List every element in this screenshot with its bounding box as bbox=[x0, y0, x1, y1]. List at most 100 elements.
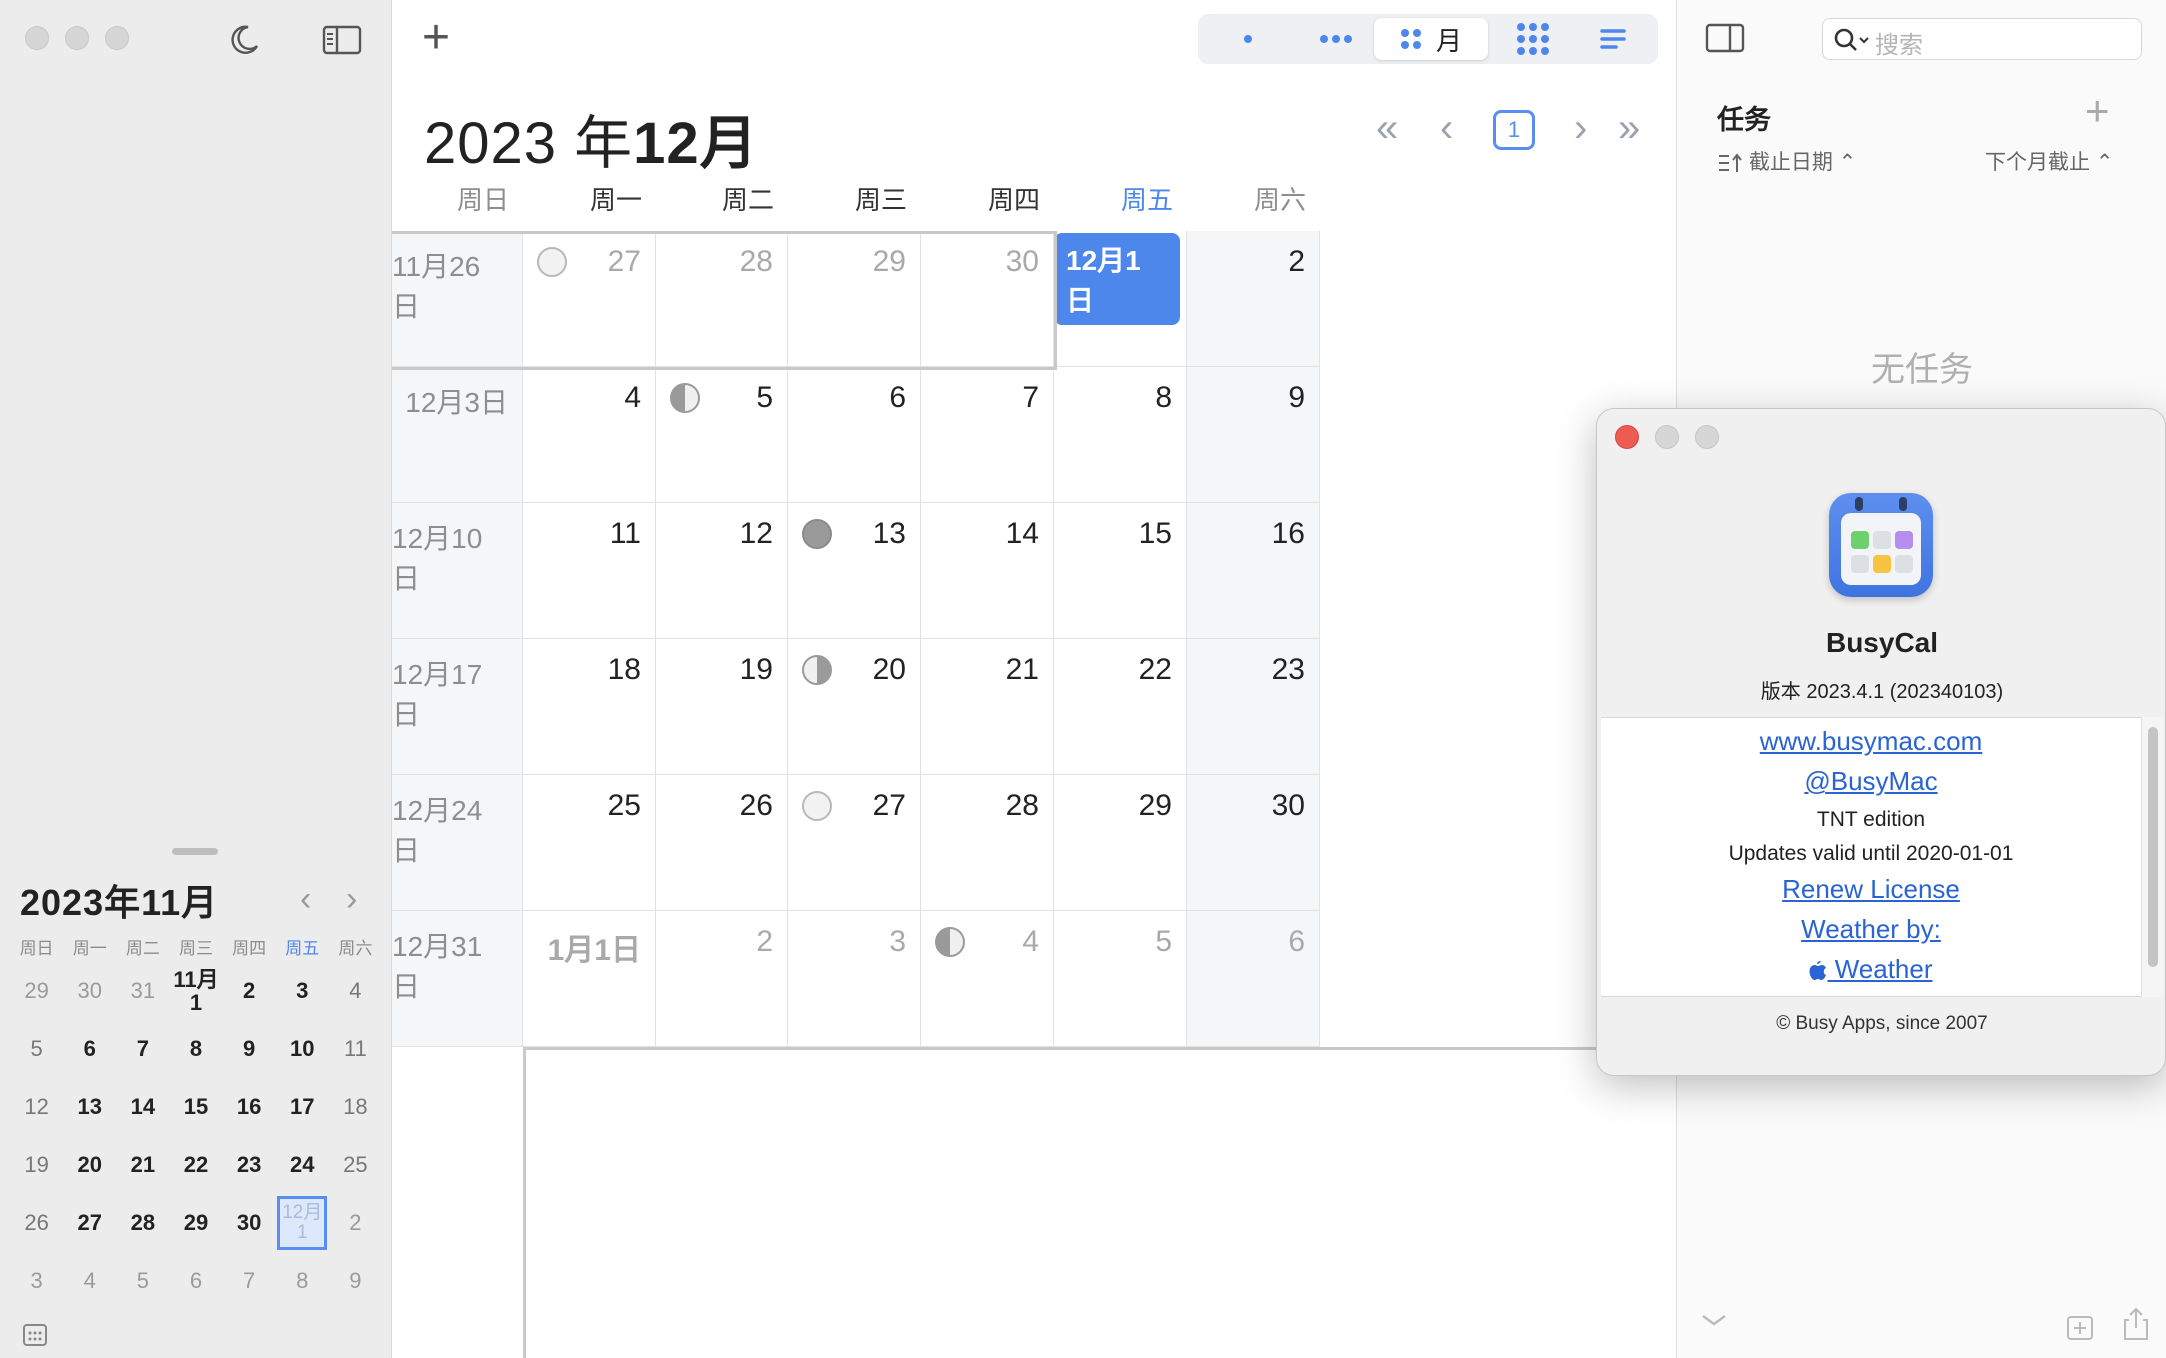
calendar-day-cell[interactable]: 30 bbox=[921, 231, 1054, 367]
calendar-day-cell[interactable]: 12月17日 bbox=[392, 639, 523, 775]
calendar-day-cell[interactable]: 25 bbox=[523, 775, 656, 911]
mini-calendar-day[interactable]: 11月 1 bbox=[169, 962, 222, 1020]
month-view-button[interactable]: 月 bbox=[1374, 18, 1488, 60]
add-task-button[interactable]: + bbox=[2085, 90, 2110, 132]
mini-calendar-day[interactable]: 23 bbox=[223, 1136, 276, 1194]
mini-calendar-day[interactable]: 17 bbox=[276, 1078, 329, 1136]
calendar-day-cell[interactable]: 12月31日 bbox=[392, 911, 523, 1047]
mini-calendar-day[interactable]: 4 bbox=[329, 962, 382, 1020]
calendar-day-cell[interactable]: 12月10日 bbox=[392, 503, 523, 639]
mini-calendar-day[interactable]: 2 bbox=[329, 1194, 382, 1252]
calendar-day-cell[interactable]: 28 bbox=[921, 775, 1054, 911]
mini-calendar-day[interactable]: 29 bbox=[10, 962, 63, 1020]
next-month-button[interactable]: › bbox=[1574, 104, 1587, 152]
mini-calendar-day[interactable]: 9 bbox=[223, 1020, 276, 1078]
add-event-button[interactable]: + bbox=[422, 14, 450, 62]
chevron-down-icon[interactable] bbox=[1699, 1310, 1729, 1330]
mini-calendar-day[interactable]: 20 bbox=[63, 1136, 116, 1194]
calendar-day-cell[interactable]: 20 bbox=[788, 639, 921, 775]
moon-icon[interactable] bbox=[226, 22, 262, 58]
calendar-day-cell[interactable]: 2 bbox=[656, 911, 788, 1047]
mini-calendar-day[interactable]: 5 bbox=[10, 1020, 63, 1078]
calendar-day-cell[interactable]: 15 bbox=[1054, 503, 1187, 639]
mini-calendar-day[interactable]: 6 bbox=[169, 1252, 222, 1310]
calendar-day-cell[interactable]: 7 bbox=[921, 367, 1054, 503]
mini-calendar-day[interactable]: 12月 1 bbox=[277, 1196, 328, 1250]
mini-calendar-day[interactable]: 21 bbox=[116, 1136, 169, 1194]
mini-calendar-day[interactable]: 3 bbox=[276, 962, 329, 1020]
calendar-day-cell[interactable]: 27 bbox=[523, 231, 656, 367]
weather-link[interactable]: Weather bbox=[1601, 954, 2141, 985]
calendar-day-cell[interactable]: 29 bbox=[788, 231, 921, 367]
calendar-day-cell[interactable]: 19 bbox=[656, 639, 788, 775]
weather-by-link[interactable]: Weather by: bbox=[1601, 914, 2141, 945]
calendar-day-cell[interactable]: 30 bbox=[1187, 775, 1320, 911]
calendar-day-cell[interactable]: 5 bbox=[656, 367, 788, 503]
calendar-day-cell[interactable]: 3 bbox=[788, 911, 921, 1047]
mini-calendar-day[interactable]: 15 bbox=[169, 1078, 222, 1136]
prev-month-button[interactable]: ‹ bbox=[1440, 104, 1453, 152]
calendar-day-cell[interactable]: 12月1日 bbox=[1054, 231, 1187, 367]
month-grid[interactable]: 11月26日 27 28 29 30 12月1日 2 12月3日 4 5 6 7 8 9 12月10日 11 1… bbox=[392, 231, 1676, 1358]
mini-calendar-day[interactable]: 28 bbox=[116, 1194, 169, 1252]
mini-calendar-day[interactable]: 30 bbox=[223, 1194, 276, 1252]
today-button[interactable]: 1 bbox=[1493, 110, 1535, 150]
calendar-day-cell[interactable]: 8 bbox=[1054, 367, 1187, 503]
search-input[interactable]: 搜索 bbox=[1875, 25, 1923, 60]
calendar-day-cell[interactable]: 16 bbox=[1187, 503, 1320, 639]
dialog-minimize-button[interactable] bbox=[1655, 425, 1679, 449]
mini-calendar-day[interactable]: 8 bbox=[169, 1020, 222, 1078]
mini-calendar-day[interactable]: 27 bbox=[63, 1194, 116, 1252]
next-year-button[interactable]: » bbox=[1618, 104, 1640, 152]
mini-calendar-day[interactable]: 10 bbox=[276, 1020, 329, 1078]
calendar-day-cell[interactable]: 14 bbox=[921, 503, 1054, 639]
calendar-day-cell[interactable]: 4 bbox=[523, 367, 656, 503]
calendar-day-cell[interactable]: 12月3日 bbox=[392, 367, 523, 503]
calendar-day-cell[interactable]: 9 bbox=[1187, 367, 1320, 503]
view-switcher[interactable]: 月 bbox=[1198, 14, 1658, 64]
mini-calendar-day[interactable]: 16 bbox=[223, 1078, 276, 1136]
calendar-day-cell[interactable]: 6 bbox=[1187, 911, 1320, 1047]
zoom-window-button[interactable] bbox=[105, 26, 129, 50]
mini-calendar-day[interactable]: 7 bbox=[223, 1252, 276, 1310]
search-field[interactable]: 搜索 bbox=[1822, 18, 2142, 60]
list-view-button[interactable] bbox=[1578, 18, 1648, 60]
mini-calendar-day[interactable]: 19 bbox=[10, 1136, 63, 1194]
panel-toggle-icon[interactable] bbox=[1705, 22, 1745, 54]
mini-calendar-day[interactable]: 31 bbox=[116, 962, 169, 1020]
calendar-day-cell[interactable]: 6 bbox=[788, 367, 921, 503]
mini-calendar-prev-button[interactable]: ‹ bbox=[300, 880, 311, 919]
mini-calendar-day[interactable]: 22 bbox=[169, 1136, 222, 1194]
mini-calendar-day[interactable]: 5 bbox=[116, 1252, 169, 1310]
mini-calendar-day[interactable]: 8 bbox=[276, 1252, 329, 1310]
calendar-day-cell[interactable]: 4 bbox=[921, 911, 1054, 1047]
calendar-icon[interactable] bbox=[22, 1322, 48, 1348]
mini-calendar-day[interactable]: 9 bbox=[329, 1252, 382, 1310]
mini-calendar-day[interactable]: 25 bbox=[329, 1136, 382, 1194]
resize-handle[interactable] bbox=[172, 848, 218, 855]
scrollbar-thumb[interactable] bbox=[2148, 727, 2158, 967]
dialog-zoom-button[interactable] bbox=[1695, 425, 1719, 449]
calendar-day-cell[interactable]: 11 bbox=[523, 503, 656, 639]
dialog-close-button[interactable] bbox=[1615, 425, 1639, 449]
mini-calendar-day[interactable]: 24 bbox=[276, 1136, 329, 1194]
mini-calendar-day[interactable]: 3 bbox=[10, 1252, 63, 1310]
close-window-button[interactable] bbox=[25, 26, 49, 50]
mini-calendar-day[interactable]: 4 bbox=[63, 1252, 116, 1310]
calendar-day-cell[interactable]: 2 bbox=[1187, 231, 1320, 367]
twitter-link[interactable]: @BusyMac bbox=[1601, 766, 2141, 797]
calendar-day-cell[interactable]: 27 bbox=[788, 775, 921, 911]
credits-scrollbar[interactable] bbox=[2141, 717, 2163, 997]
calendar-day-cell[interactable]: 18 bbox=[523, 639, 656, 775]
mini-calendar-day[interactable]: 14 bbox=[116, 1078, 169, 1136]
prev-year-button[interactable]: « bbox=[1376, 104, 1398, 152]
minimize-window-button[interactable] bbox=[65, 26, 89, 50]
calendar-day-cell[interactable]: 23 bbox=[1187, 639, 1320, 775]
mini-calendar-day[interactable]: 18 bbox=[329, 1078, 382, 1136]
year-view-button[interactable] bbox=[1498, 18, 1568, 60]
mini-calendar-day[interactable]: 7 bbox=[116, 1020, 169, 1078]
day-view-button[interactable] bbox=[1212, 18, 1284, 60]
mini-calendar-day[interactable]: 2 bbox=[223, 962, 276, 1020]
renew-license-link[interactable]: Renew License bbox=[1601, 874, 2141, 905]
calendar-day-cell[interactable]: 28 bbox=[656, 231, 788, 367]
